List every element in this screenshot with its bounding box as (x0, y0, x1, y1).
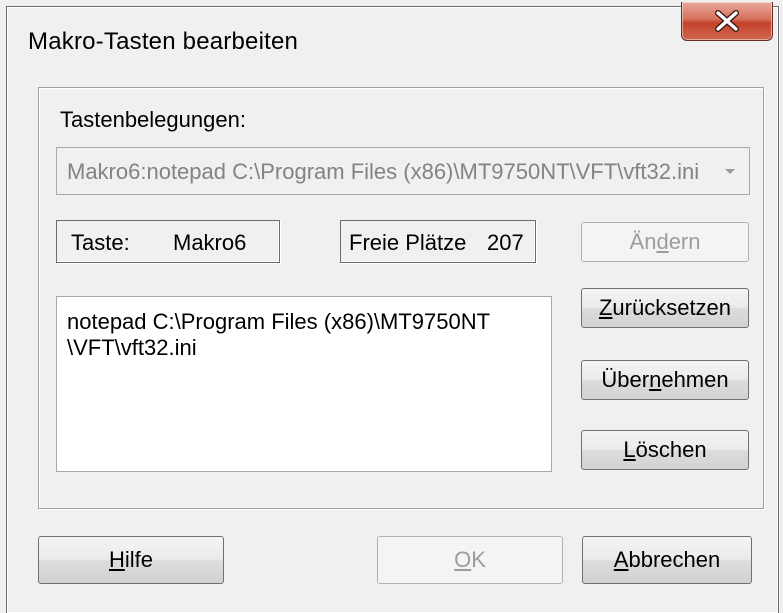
delete-button[interactable]: Löschen (581, 430, 749, 470)
chevron-down-icon (725, 169, 735, 174)
close-button[interactable] (681, 2, 773, 41)
apply-button[interactable]: Über n ehmen (581, 360, 749, 400)
help-button[interactable]: Hilfe (38, 536, 224, 584)
key-display: Taste: Makro6 (56, 220, 280, 263)
cancel-button[interactable]: Abbrechen (582, 536, 752, 584)
ok-button[interactable]: OK (377, 536, 563, 584)
macro-text-area[interactable]: notepad C:\Program Files (x86)\MT9750NT … (56, 296, 552, 472)
group-label: Tastenbelegungen: (60, 107, 246, 132)
free-slots-display: Freie Plätze 207 (340, 220, 536, 263)
change-button[interactable]: Än d ern (581, 222, 749, 262)
combobox-selected-value: Makro6:notepad C:\Program Files (x86)\MT… (67, 159, 700, 184)
combobox-dropdown-button[interactable] (717, 159, 743, 185)
close-icon (715, 10, 739, 32)
reset-button[interactable]: Zurücksetzen (581, 288, 749, 328)
window-title: Makro-Tasten bearbeiten (28, 28, 299, 55)
key-value: Makro6 (173, 230, 247, 255)
free-slots-value: 207 (487, 230, 524, 255)
key-label: Taste: (71, 230, 130, 255)
free-slots-label: Freie Plätze (349, 230, 467, 255)
key-assignment-combobox[interactable]: Makro6:notepad C:\Program Files (x86)\MT… (56, 147, 750, 195)
